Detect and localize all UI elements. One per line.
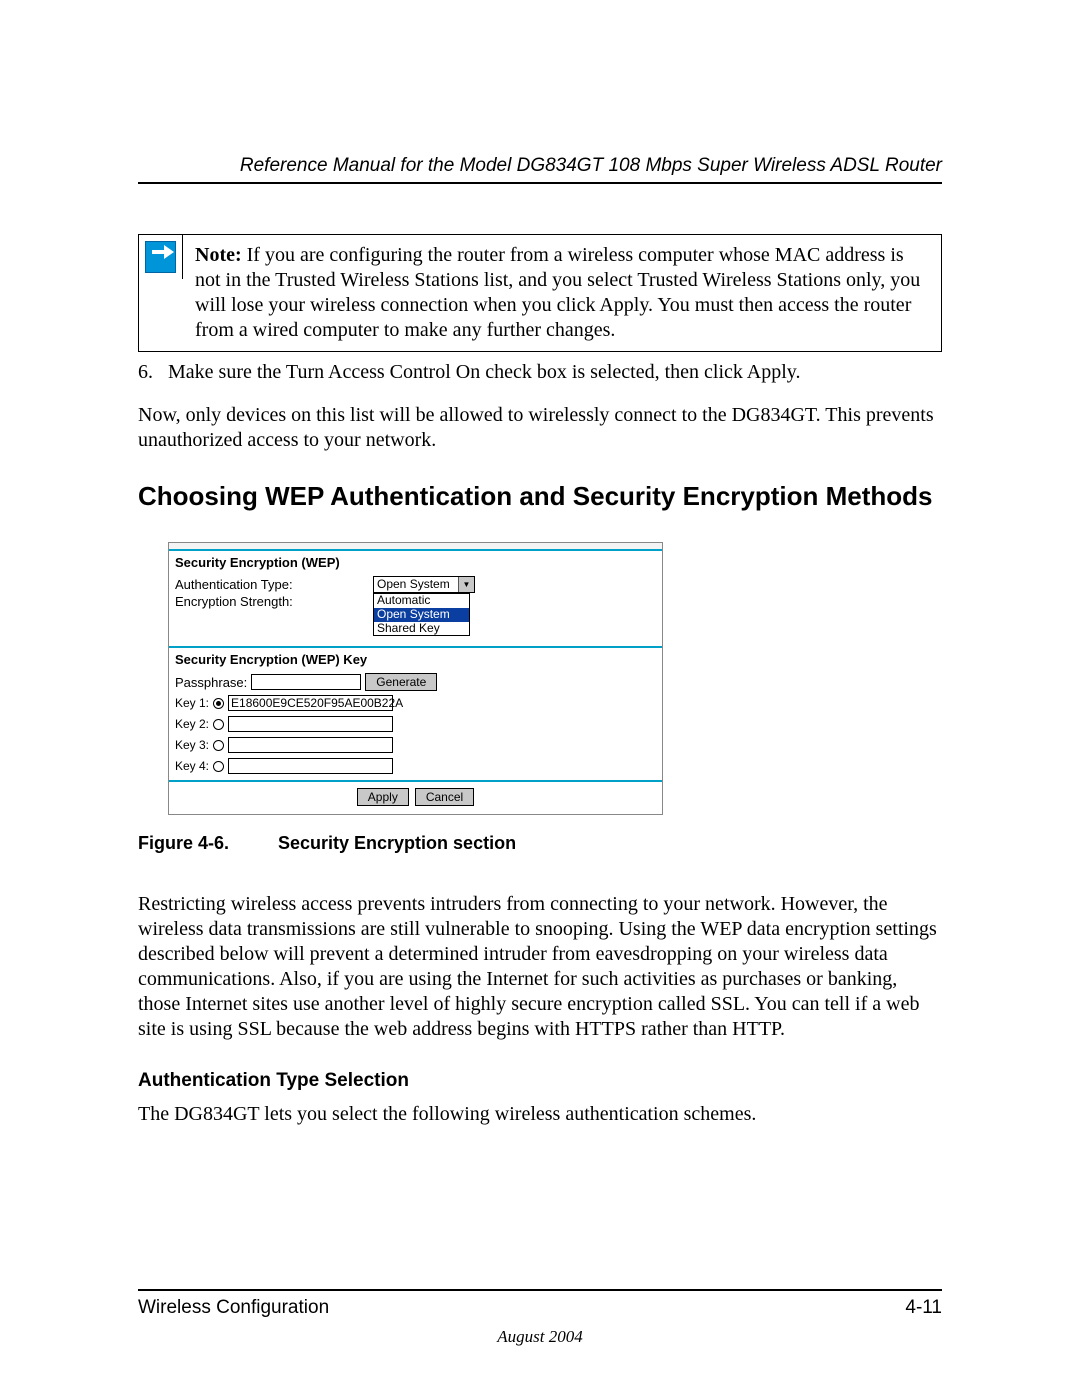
screenshot-wep-settings: Security Encryption (WEP) Authentication…	[168, 542, 663, 815]
figure-label: Figure 4-6.	[138, 833, 278, 854]
option-automatic[interactable]: Automatic	[374, 594, 469, 608]
label-key3: Key 3:	[175, 738, 209, 752]
label-auth-type: Authentication Type:	[175, 576, 365, 592]
footer-date: August 2004	[0, 1327, 1080, 1347]
radio-key3[interactable]	[213, 740, 224, 751]
section-security-encryption-wep: Security Encryption (WEP) Authentication…	[169, 551, 662, 640]
screenshot-top-bar	[169, 543, 662, 551]
apply-button[interactable]: Apply	[357, 788, 409, 806]
input-key3[interactable]	[228, 737, 393, 753]
radio-key2[interactable]	[213, 719, 224, 730]
input-key2[interactable]	[228, 716, 393, 732]
input-passphrase[interactable]	[251, 674, 361, 690]
cancel-button[interactable]: Cancel	[415, 788, 474, 806]
row-passphrase: Passphrase: Generate	[175, 673, 656, 691]
figure-title: Security Encryption section	[278, 833, 516, 853]
step-text: Make sure the Turn Access Control On che…	[168, 360, 800, 385]
figure-wrapper: Security Encryption (WEP) Authentication…	[168, 542, 942, 815]
row-enc-strength: Encryption Strength: Automatic Open Syst…	[175, 593, 656, 636]
step-6: 6. Make sure the Turn Access Control On …	[138, 360, 942, 385]
arrow-right-icon	[145, 241, 176, 273]
subheading-auth-type: Authentication Type Selection	[138, 1070, 942, 1092]
generate-button[interactable]: Generate	[365, 673, 437, 691]
page-footer: Wireless Configuration 4-11	[138, 1289, 942, 1319]
option-shared-key[interactable]: Shared Key	[374, 622, 469, 636]
label-passphrase: Passphrase:	[175, 675, 247, 690]
input-key1[interactable]: E18600E9CE520F95AE00B22A	[228, 695, 393, 711]
row-auth-type: Authentication Type: Open System ▼	[175, 576, 656, 593]
radio-key4[interactable]	[213, 761, 224, 772]
select-auth-type-value: Open System	[374, 577, 458, 592]
screenshot-footer: Apply Cancel	[169, 780, 662, 814]
radio-key1[interactable]	[213, 698, 224, 709]
option-open-system[interactable]: Open System	[374, 608, 469, 622]
label-key1: Key 1:	[175, 696, 209, 710]
section-heading-wep: Choosing WEP Authentication and Security…	[138, 481, 942, 512]
footer-section-name: Wireless Configuration	[138, 1297, 329, 1319]
select-auth-type[interactable]: Open System ▼	[373, 576, 475, 593]
step-number: 6.	[138, 360, 168, 385]
row-key1: Key 1: E18600E9CE520F95AE00B22A	[175, 695, 656, 711]
chevron-down-icon[interactable]: ▼	[458, 577, 474, 592]
paragraph-after-step: Now, only devices on this list will be a…	[138, 403, 942, 453]
paragraph-auth-schemes: The DG834GT lets you select the followin…	[138, 1102, 942, 1127]
note-box: Note: If you are configuring the router …	[138, 234, 942, 352]
input-key4[interactable]	[228, 758, 393, 774]
note-body: If you are configuring the router from a…	[195, 244, 920, 341]
section-title-wep-key: Security Encryption (WEP) Key	[175, 652, 656, 667]
figure-caption: Figure 4-6.Security Encryption section	[138, 833, 942, 854]
note-label: Note:	[195, 244, 242, 266]
footer-page-number: 4-11	[905, 1297, 942, 1319]
note-icon-cell	[139, 235, 183, 279]
label-key2: Key 2:	[175, 717, 209, 731]
row-key2: Key 2:	[175, 716, 656, 732]
label-key4: Key 4:	[175, 759, 209, 773]
section-wep-key: Security Encryption (WEP) Key Passphrase…	[169, 648, 662, 780]
section-title-wep: Security Encryption (WEP)	[175, 555, 656, 570]
paragraph-restricting: Restricting wireless access prevents int…	[138, 892, 942, 1042]
row-key4: Key 4:	[175, 758, 656, 774]
label-enc-strength: Encryption Strength:	[175, 593, 365, 609]
row-key3: Key 3:	[175, 737, 656, 753]
note-text: Note: If you are configuring the router …	[183, 235, 941, 351]
running-header: Reference Manual for the Model DG834GT 1…	[138, 155, 942, 184]
dropdown-enc-strength-open[interactable]: Automatic Open System Shared Key	[373, 593, 470, 636]
